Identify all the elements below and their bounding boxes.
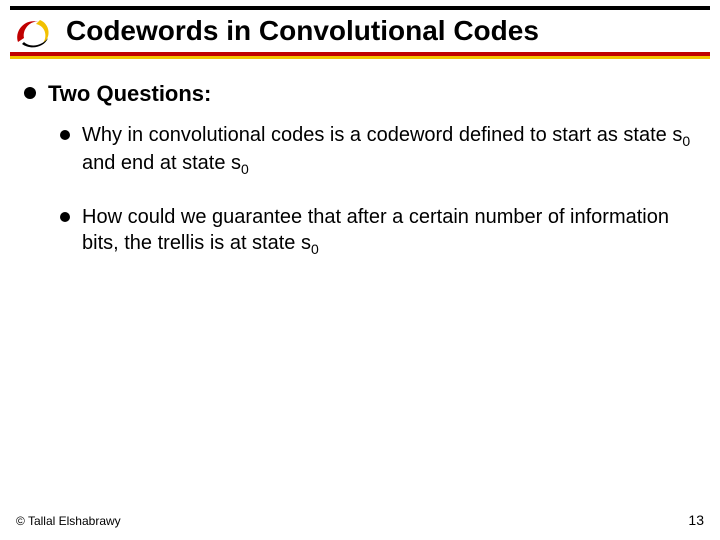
page-number: 13 (688, 512, 704, 528)
logo-icon (10, 12, 56, 50)
heading-text: Two Questions: (48, 80, 211, 108)
footer: © Tallal Elshabrawy 13 (16, 512, 704, 528)
content-area: Two Questions: Why in convolutional code… (24, 80, 696, 284)
list-item: Why in convolutional codes is a codeword… (60, 122, 696, 178)
copyright-text: © Tallal Elshabrawy (16, 514, 121, 528)
slide-title: Codewords in Convolutional Codes (66, 15, 539, 47)
item-text: Why in convolutional codes is a codeword… (82, 122, 696, 178)
list-item: How could we guarantee that after a cert… (60, 204, 696, 258)
bullet-dot-icon (60, 130, 70, 140)
bullet-dot-icon (24, 87, 36, 99)
title-underline-yellow (10, 56, 710, 59)
bullet-heading: Two Questions: (24, 80, 696, 108)
bullet-dot-icon (60, 212, 70, 222)
item-text: How could we guarantee that after a cert… (82, 204, 696, 258)
header: Codewords in Convolutional Codes (10, 10, 710, 52)
